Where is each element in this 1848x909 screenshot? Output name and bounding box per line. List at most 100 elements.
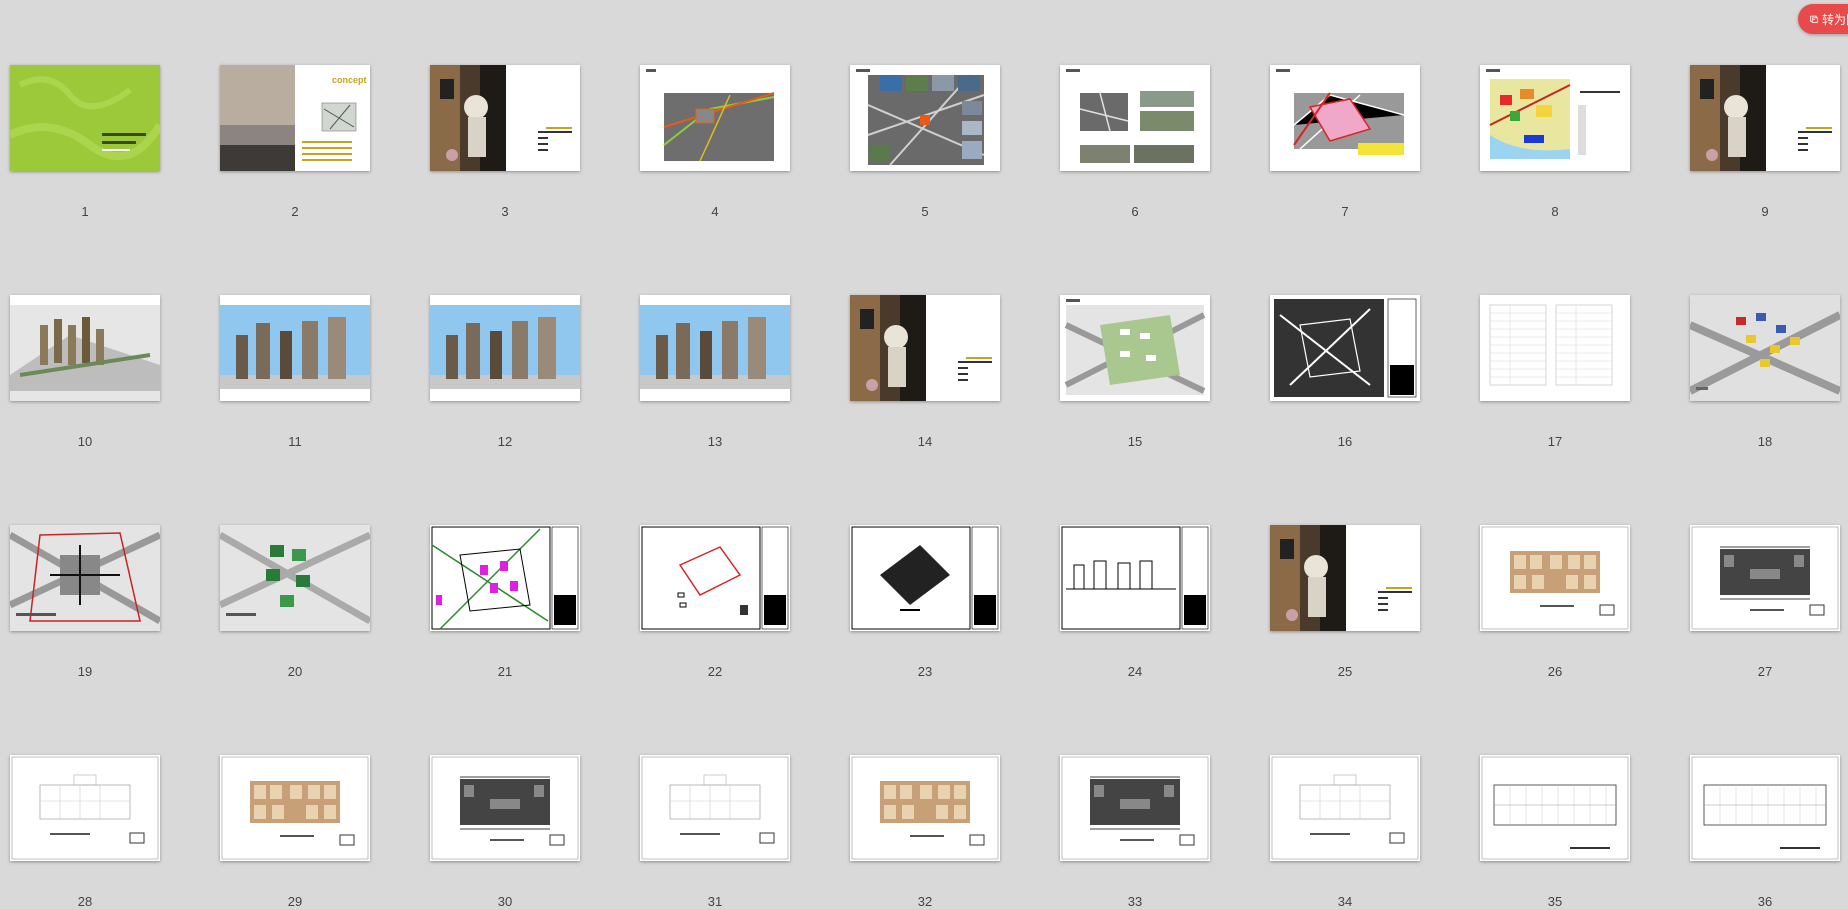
page-preview-graphic: [1690, 525, 1840, 631]
page-thumbnail-image[interactable]: [1690, 755, 1840, 861]
convert-button-label: 转为图: [1821, 12, 1848, 27]
page-thumbnail-image[interactable]: [220, 755, 370, 861]
page-thumbnail-image[interactable]: [430, 65, 580, 171]
page-number: 30: [497, 894, 513, 909]
page-number: 33: [1127, 894, 1143, 909]
page-thumbnail-image[interactable]: [430, 525, 580, 631]
page-preview-graphic: [1480, 525, 1630, 631]
page-preview-graphic: [220, 755, 370, 861]
page-preview-graphic: [1270, 65, 1420, 171]
svg-text:concept: concept: [332, 75, 367, 85]
page-thumbnail-image[interactable]: concept: [220, 65, 370, 171]
page-thumbnail-image[interactable]: [220, 295, 370, 401]
page-thumbnail-image[interactable]: [1690, 295, 1840, 401]
page-number: 4: [711, 204, 719, 219]
page-preview-graphic: [1270, 525, 1420, 631]
page-thumbnail-image[interactable]: [1270, 755, 1420, 861]
page-number: 27: [1757, 664, 1773, 679]
page-thumbnail-image[interactable]: [640, 65, 790, 171]
page-number: 19: [77, 664, 93, 679]
page-thumbnail-image[interactable]: [1060, 65, 1210, 171]
page-number: 14: [917, 434, 933, 449]
page-preview-graphic: [640, 65, 790, 171]
page-number: 3: [501, 204, 509, 219]
page-thumbnail-image[interactable]: [640, 525, 790, 631]
page-preview-graphic: [850, 525, 1000, 631]
page-thumbnail-image[interactable]: [1480, 525, 1630, 631]
page-preview-graphic: [430, 65, 580, 171]
page-preview-graphic: [1690, 755, 1840, 861]
page-thumbnail-image[interactable]: [1480, 295, 1630, 401]
page-preview-graphic: [1060, 755, 1210, 861]
page-thumbnail-image[interactable]: [1480, 65, 1630, 171]
page-number: 25: [1337, 664, 1353, 679]
page-number: 22: [707, 664, 723, 679]
page-thumbnail-image[interactable]: [1690, 65, 1840, 171]
page-thumbnail-image[interactable]: [1270, 525, 1420, 631]
page-number: 11: [288, 434, 302, 449]
page-thumbnail-image[interactable]: [850, 525, 1000, 631]
page-number: 29: [287, 894, 303, 909]
page-thumbnail-image[interactable]: [10, 65, 160, 171]
page-preview-graphic: [220, 525, 370, 631]
page-preview-graphic: [430, 295, 580, 401]
page-thumbnail-image[interactable]: [10, 755, 160, 861]
page-preview-graphic: [1690, 65, 1840, 171]
page-number: 36: [1757, 894, 1773, 909]
page-thumbnail-image[interactable]: [1690, 525, 1840, 631]
page-number: 5: [921, 204, 929, 219]
page-preview-graphic: [640, 525, 790, 631]
page-number: 16: [1337, 434, 1353, 449]
page-preview-graphic: [850, 65, 1000, 171]
page-preview-graphic: [850, 295, 1000, 401]
page-thumbnail-image[interactable]: [1480, 755, 1630, 861]
convert-button[interactable]: 转为图: [1798, 4, 1848, 34]
page-number: 35: [1547, 894, 1563, 909]
page-preview-graphic: [850, 755, 1000, 861]
page-number: 21: [497, 664, 513, 679]
page-preview-graphic: [10, 525, 160, 631]
page-preview-graphic: [640, 295, 790, 401]
page-preview-graphic: [220, 295, 370, 401]
page-thumbnail-image[interactable]: [1060, 525, 1210, 631]
page-preview-graphic: [1690, 295, 1840, 401]
convert-image-icon: [1810, 15, 1818, 23]
page-thumbnail-image[interactable]: [430, 295, 580, 401]
page-number: 24: [1127, 664, 1143, 679]
page-number: 2: [291, 204, 299, 219]
page-thumbnail-image[interactable]: [1270, 65, 1420, 171]
page-number: 1: [81, 204, 89, 219]
page-thumbnail-image[interactable]: [10, 525, 160, 631]
page-thumbnail-image[interactable]: [1060, 755, 1210, 861]
page-number: 18: [1757, 434, 1773, 449]
page-number: 7: [1341, 204, 1349, 219]
page-number: 9: [1761, 204, 1769, 219]
page-thumbnail-image[interactable]: [10, 295, 160, 401]
page-thumbnail-image[interactable]: [850, 295, 1000, 401]
page-thumbnail-image[interactable]: [430, 755, 580, 861]
page-preview-graphic: [1060, 65, 1210, 171]
page-thumbnail-image[interactable]: [640, 755, 790, 861]
page-thumbnail-image[interactable]: [1060, 295, 1210, 401]
page-number: 12: [497, 434, 513, 449]
page-thumbnail-image[interactable]: [850, 65, 1000, 171]
page-preview-graphic: [1480, 65, 1630, 171]
page-number: 32: [917, 894, 933, 909]
page-preview-graphic: [1480, 755, 1630, 861]
page-thumbnail-image[interactable]: [1270, 295, 1420, 401]
page-number: 10: [77, 434, 93, 449]
page-preview-graphic: [1480, 295, 1630, 401]
page-number: 13: [707, 434, 723, 449]
page-preview-graphic: [640, 755, 790, 861]
page-number: 23: [917, 664, 933, 679]
page-thumbnail-image[interactable]: [640, 295, 790, 401]
page-thumbnail-image[interactable]: [850, 755, 1000, 861]
page-preview-graphic: [430, 755, 580, 861]
page-preview-graphic: [1060, 525, 1210, 631]
page-thumbnail-image[interactable]: [220, 525, 370, 631]
page-number: 15: [1127, 434, 1143, 449]
page-preview-graphic: [10, 65, 160, 171]
page-number: 8: [1551, 204, 1559, 219]
page-number: 20: [287, 664, 303, 679]
page-preview-graphic: [1060, 295, 1210, 401]
